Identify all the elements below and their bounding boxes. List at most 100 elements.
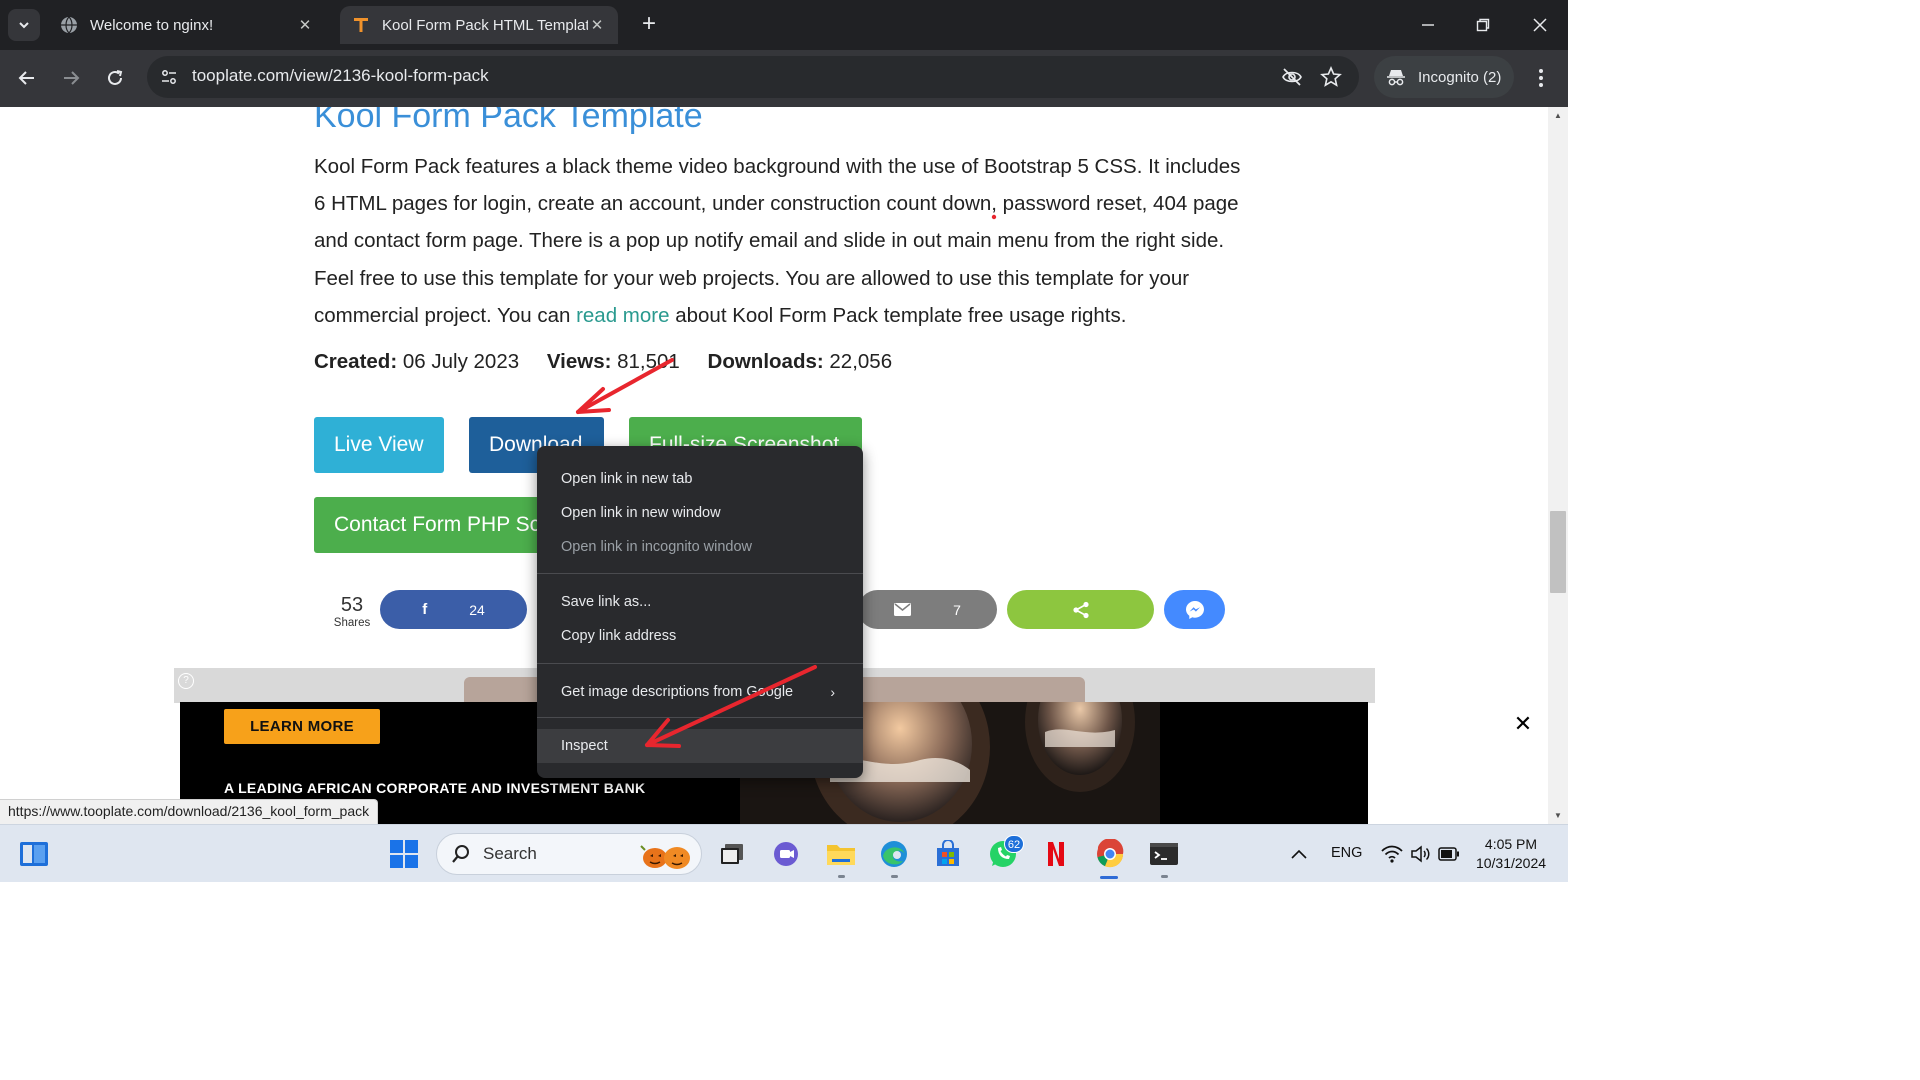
taskbar-search-box[interactable]: Search	[436, 833, 702, 875]
restore-icon	[1476, 18, 1490, 32]
downloads-label: Downloads:	[707, 350, 824, 373]
tab-title: Welcome to nginx!	[90, 16, 214, 34]
email-share-count: 7	[953, 601, 961, 618]
menu-save-link-as[interactable]: Save link as...	[537, 585, 863, 619]
back-button[interactable]	[12, 63, 42, 93]
messenger-icon	[1185, 600, 1204, 619]
chevron-down-icon	[19, 22, 29, 29]
share-total-label: Shares	[333, 617, 371, 629]
address-bar[interactable]: tooplate.com/view/2136-kool-form-pack	[147, 56, 1359, 98]
downloads-value: 22,056	[829, 350, 893, 373]
meet-chat-icon[interactable]	[770, 838, 802, 870]
tab-kool-form-pack[interactable]: Kool Form Pack HTML Template ✕	[340, 6, 618, 44]
minimize-button[interactable]	[1408, 10, 1448, 40]
link-status-bubble: https://www.tooplate.com/download/2136_k…	[0, 799, 379, 824]
browser-menu-button[interactable]	[1528, 64, 1554, 92]
views-label: Views:	[546, 350, 612, 373]
tab-title: Kool Form Pack HTML Template	[382, 16, 588, 34]
scroll-up-arrow-icon[interactable]: ▲	[1548, 111, 1568, 120]
menu-item-label: Get image descriptions from Google	[561, 684, 794, 700]
scroll-down-arrow-icon[interactable]: ▼	[1548, 811, 1568, 820]
edge-icon[interactable]	[878, 838, 910, 870]
netflix-icon[interactable]	[1040, 838, 1072, 870]
incognito-label: Incognito (2)	[1418, 68, 1502, 86]
menu-get-image-descriptions[interactable]: Get image descriptions from Google ›	[537, 675, 863, 709]
close-icon	[1533, 18, 1547, 32]
widgets-icon[interactable]	[18, 838, 50, 870]
menu-copy-link-address[interactable]: Copy link address	[537, 619, 863, 653]
facebook-share-button[interactable]: f 24	[380, 590, 527, 629]
chevron-right-icon: ›	[830, 684, 835, 700]
site-settings-icon[interactable]	[157, 65, 181, 89]
menu-divider	[537, 663, 863, 664]
ad-close-icon[interactable]: ✕	[1512, 713, 1534, 735]
share-icon	[1072, 601, 1089, 618]
read-more-link[interactable]: read more	[576, 304, 669, 327]
running-indicator	[891, 875, 898, 878]
forward-button[interactable]	[56, 63, 86, 93]
menu-open-link-incognito: Open link in incognito window	[561, 539, 753, 555]
description-text-end: about Kool Form Pack template free usage…	[669, 303, 1127, 327]
template-stats: Created: 06 July 2023 Views: 81,501 Down…	[314, 350, 892, 374]
microsoft-store-icon[interactable]	[932, 838, 964, 870]
menu-open-link-new-window[interactable]: Open link in new window	[537, 496, 863, 530]
restore-button[interactable]	[1463, 10, 1503, 40]
windows-start-icon[interactable]	[388, 838, 420, 870]
menu-divider	[537, 717, 863, 718]
created-value: 06 July 2023	[402, 350, 520, 373]
page-scrollbar[interactable]: ▲ ▼	[1548, 107, 1568, 824]
description-text: Kool Form Pack features a black theme vi…	[314, 155, 1241, 327]
share-button[interactable]	[1007, 590, 1154, 629]
eye-off-icon[interactable]	[1281, 66, 1303, 88]
menu-open-link-new-tab[interactable]: Open link in new tab	[537, 462, 863, 496]
search-icon	[452, 845, 469, 863]
bookmark-star-icon[interactable]	[1320, 66, 1342, 88]
clock-date: 10/31/2024	[1475, 855, 1547, 871]
tab-close-icon[interactable]: ✕	[296, 16, 314, 34]
browser-toolbar: tooplate.com/view/2136-kool-form-pack In…	[0, 50, 1568, 107]
reload-button[interactable]	[100, 63, 130, 93]
tab-search-button[interactable]	[8, 9, 40, 41]
halloween-pumpkin-icon	[635, 840, 695, 870]
battery-icon[interactable]	[1433, 838, 1465, 870]
url-text: tooplate.com/view/2136-kool-form-pack	[192, 66, 489, 85]
show-hidden-icons-chevron-icon[interactable]	[1283, 838, 1315, 870]
new-tab-button[interactable]: +	[636, 12, 662, 38]
kebab-menu-icon	[1539, 69, 1543, 87]
menu-divider	[537, 573, 863, 574]
share-total-count: 53	[340, 594, 364, 616]
minimize-icon	[1422, 24, 1434, 26]
system-clock[interactable]: 4:05 PM 10/31/2024	[1466, 835, 1556, 873]
clock-time: 4:05 PM	[1484, 836, 1538, 852]
menu-inspect[interactable]: Inspect	[537, 729, 863, 763]
ad-info-icon[interactable]: ?	[178, 673, 194, 689]
tab-nginx[interactable]: Welcome to nginx! ✕	[48, 6, 326, 44]
context-menu: Open link in new tab Open link in new wi…	[537, 446, 863, 778]
globe-icon	[60, 16, 78, 34]
chrome-icon[interactable]	[1094, 838, 1126, 870]
incognito-icon	[1386, 68, 1406, 86]
wifi-icon[interactable]	[1376, 838, 1408, 870]
search-placeholder: Search	[483, 844, 537, 863]
scrollbar-thumb[interactable]	[1550, 511, 1566, 593]
task-view-icon[interactable]	[716, 838, 748, 870]
template-description: Kool Form Pack features a black theme vi…	[314, 148, 1244, 334]
active-app-indicator	[1100, 876, 1118, 879]
contact-form-php-button[interactable]: Contact Form PHP Script	[314, 497, 554, 553]
share-total: 53 Shares	[330, 594, 374, 629]
email-share-button[interactable]: 7	[858, 590, 997, 629]
close-window-button[interactable]	[1520, 10, 1560, 40]
messenger-share-button[interactable]	[1164, 590, 1225, 629]
browser-title-bar: Welcome to nginx! ✕ Kool Form Pack HTML …	[0, 0, 1568, 50]
terminal-icon[interactable]	[1148, 838, 1180, 870]
reload-icon	[108, 70, 123, 85]
tab-close-icon[interactable]: ✕	[588, 16, 606, 34]
created-label: Created:	[314, 350, 398, 373]
live-view-button[interactable]: Live View	[314, 417, 444, 473]
facebook-icon: f	[422, 601, 428, 618]
mail-icon	[894, 603, 912, 616]
file-explorer-icon[interactable]	[825, 838, 857, 870]
input-language[interactable]: ENG	[1331, 845, 1362, 861]
learn-more-button[interactable]: LEARN MORE	[224, 709, 380, 744]
incognito-indicator[interactable]: Incognito (2)	[1374, 56, 1514, 98]
